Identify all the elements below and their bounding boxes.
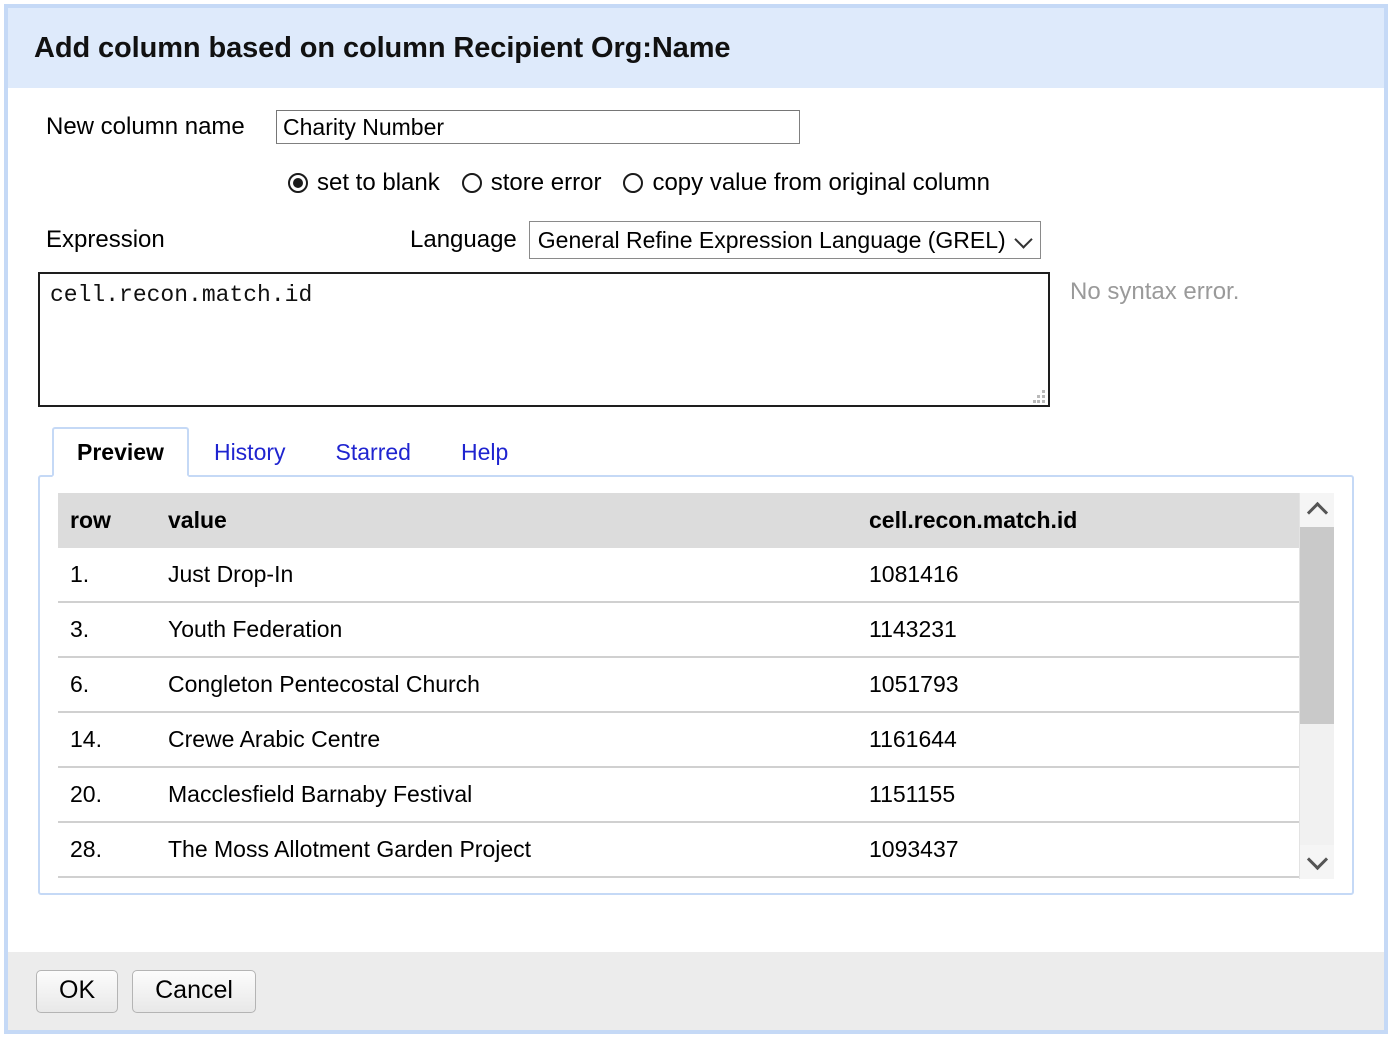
cell-result: 1151155 — [857, 767, 1299, 823]
table-header-row: row value cell.recon.match.id — [58, 493, 1299, 548]
ok-button[interactable]: OK — [36, 969, 119, 1013]
preview-scroll-area: row value cell.recon.match.id 1. Just Dr… — [58, 493, 1334, 879]
add-column-dialog: Add column based on column Recipient Org… — [4, 4, 1388, 1034]
chevron-up-icon — [1306, 501, 1328, 524]
table-row: 14. Crewe Arabic Centre 1161644 — [58, 712, 1299, 768]
cell-result: 1143231 — [857, 602, 1299, 658]
radio-unselected-icon — [461, 173, 482, 193]
tab-help[interactable]: Help — [436, 427, 533, 475]
radio-set-to-blank-label: set to blank — [317, 169, 440, 196]
radio-selected-icon — [288, 173, 308, 193]
expression-language-row: Expression Language General Refine Expre… — [38, 218, 1354, 262]
cell-value: Congleton Pentecostal Church — [156, 657, 857, 713]
radio-store-error[interactable]: store error — [461, 169, 602, 197]
preview-panel: row value cell.recon.match.id 1. Just Dr… — [38, 475, 1354, 895]
column-header-result: cell.recon.match.id — [857, 493, 1299, 548]
cell-result: 1093437 — [857, 822, 1299, 878]
table-row: 6. Congleton Pentecostal Church 1051793 — [58, 657, 1299, 713]
chevron-down-icon — [1306, 848, 1328, 871]
cell-value: Macclesfield Barnaby Festival — [156, 767, 857, 823]
expression-textarea[interactable]: cell.recon.match.id — [38, 272, 1050, 407]
tab-preview[interactable]: Preview — [52, 427, 189, 477]
cell-row-index: 20. — [58, 767, 156, 823]
cell-row-index: 3. — [58, 602, 156, 658]
radio-store-error-label: store error — [490, 169, 602, 196]
cell-result: 1081416 — [857, 548, 1299, 603]
tab-bar: Preview History Starred Help — [38, 427, 1354, 477]
chevron-down-icon — [1014, 230, 1033, 249]
cell-row-index: 6. — [58, 657, 156, 713]
language-select[interactable]: General Refine Expression Language (GREL… — [528, 221, 1041, 259]
dialog-body: New column name set to blank store error… — [8, 88, 1384, 952]
tabs-section: Preview History Starred Help row value c… — [38, 427, 1354, 895]
cell-row-index: 1. — [58, 548, 156, 603]
dialog-title: Add column based on column Recipient Org… — [34, 31, 731, 64]
dialog-header: Add column based on column Recipient Org… — [8, 8, 1384, 88]
radio-copy-value-label: copy value from original column — [652, 169, 990, 196]
resize-grip-icon[interactable] — [1033, 390, 1045, 403]
radio-set-to-blank[interactable]: set to blank — [288, 169, 440, 197]
new-column-name-input[interactable] — [276, 110, 800, 144]
cell-row-index: 28. — [58, 822, 156, 878]
expression-label: Expression — [46, 226, 165, 253]
cell-result: 1051793 — [857, 657, 1299, 713]
radio-unselected-icon — [623, 173, 644, 193]
syntax-status-message: No syntax error. — [1070, 278, 1240, 305]
column-header-row: row — [58, 493, 156, 548]
cell-value: Youth Federation — [156, 602, 857, 658]
cell-value: Just Drop-In — [156, 548, 857, 603]
scroll-up-button[interactable] — [1300, 493, 1334, 527]
cell-value: Crewe Arabic Centre — [156, 712, 857, 768]
preview-vertical-scrollbar[interactable] — [1299, 493, 1334, 879]
column-header-value: value — [156, 493, 857, 548]
cell-value: The Moss Allotment Garden Project — [156, 822, 857, 878]
preview-table: row value cell.recon.match.id 1. Just Dr… — [58, 493, 1299, 878]
preview-table-container: row value cell.recon.match.id 1. Just Dr… — [58, 493, 1299, 879]
on-error-row: set to blank store error copy value from… — [38, 160, 1354, 206]
dialog-footer: OK Cancel — [8, 952, 1384, 1030]
radio-copy-value[interactable]: copy value from original column — [623, 169, 990, 197]
expression-editor-row: cell.recon.match.id No syntax error. — [38, 272, 1354, 407]
scrollbar-track[interactable] — [1300, 527, 1334, 845]
tab-starred[interactable]: Starred — [311, 427, 436, 475]
preview-table-head: row value cell.recon.match.id — [58, 493, 1299, 548]
on-error-radio-group: set to blank store error copy value from… — [288, 169, 1012, 197]
cell-result: 1161644 — [857, 712, 1299, 768]
tab-history[interactable]: History — [189, 427, 311, 475]
language-label: Language — [410, 226, 517, 253]
table-row: 20. Macclesfield Barnaby Festival 115115… — [58, 767, 1299, 823]
preview-table-body: 1. Just Drop-In 1081416 3. Youth Federat… — [58, 548, 1299, 878]
new-column-name-label: New column name — [46, 113, 245, 140]
new-column-name-row: New column name — [38, 106, 1354, 148]
table-row: 3. Youth Federation 1143231 — [58, 602, 1299, 658]
table-row: 1. Just Drop-In 1081416 — [58, 548, 1299, 603]
table-row: 28. The Moss Allotment Garden Project 10… — [58, 822, 1299, 878]
cell-row-index: 14. — [58, 712, 156, 768]
cancel-button[interactable]: Cancel — [132, 969, 256, 1013]
language-select-value: General Refine Expression Language (GREL… — [537, 226, 1006, 253]
scroll-down-button[interactable] — [1300, 845, 1334, 879]
scrollbar-thumb[interactable] — [1300, 527, 1334, 725]
